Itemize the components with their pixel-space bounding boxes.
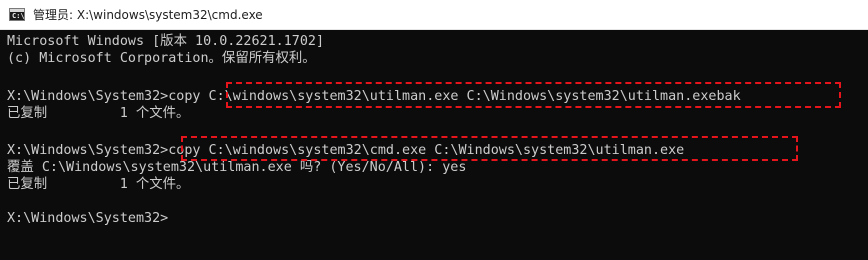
console-line-copied-1: 已复制 1 个文件。 <box>7 106 190 121</box>
window-title: 管理员: X:\windows\system32\cmd.exe <box>33 8 263 22</box>
console-line-copy-backup: X:\Windows\System32>copy C:\windows\syst… <box>7 89 741 104</box>
console-line-copy-cmd: X:\Windows\System32>copy C:\windows\syst… <box>7 143 685 158</box>
console-line-prompt[interactable]: X:\Windows\System32> <box>7 210 168 227</box>
console-line-copyright: (c) Microsoft Corporation。保留所有权利。 <box>7 51 316 66</box>
console-line-overwrite-prompt: 覆盖 C:\Windows\system32\utilman.exe 吗? (Y… <box>7 160 467 175</box>
title-bar[interactable]: C:\ 管理员: X:\windows\system32\cmd.exe <box>0 0 868 30</box>
console-line-version: Microsoft Windows [版本 10.0.22621.1702] <box>7 34 325 49</box>
cmd-window: C:\ 管理员: X:\windows\system32\cmd.exe Mic… <box>0 0 868 260</box>
console-line-copied-2: 已复制 1 个文件。 <box>7 177 190 192</box>
cmd-icon: C:\ <box>9 8 25 21</box>
